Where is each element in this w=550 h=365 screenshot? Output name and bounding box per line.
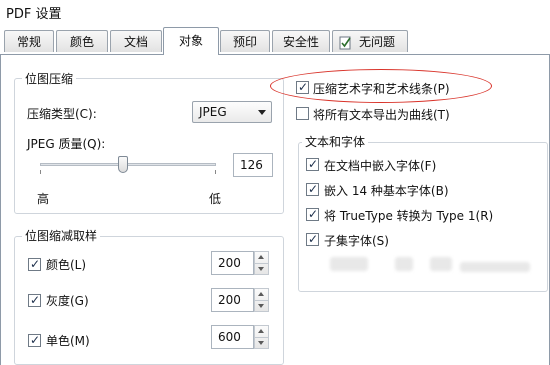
preflight-check-icon bbox=[339, 35, 352, 57]
quality-high-label: 高 bbox=[37, 192, 50, 206]
quality-low-label: 低 bbox=[209, 192, 222, 206]
compression-type-label: 压缩类型(C): bbox=[27, 107, 97, 121]
jpeg-quality-slider-thumb[interactable] bbox=[117, 156, 128, 173]
arrow-up-icon bbox=[258, 329, 264, 333]
compression-type-select[interactable]: JPEG bbox=[192, 101, 272, 123]
downsample-color-input[interactable]: 200 bbox=[211, 251, 254, 275]
embed-base14-label: 嵌入 14 种基本字体(B) bbox=[324, 184, 449, 198]
chevron-down-icon bbox=[258, 110, 266, 115]
check-icon: ✓ bbox=[308, 207, 319, 221]
downsample-mono-label: 单色(M) bbox=[46, 334, 90, 348]
tab-no-issues-label: 无问题 bbox=[358, 35, 395, 49]
convert-truetype-label: 将 TrueType 转换为 Type 1(R) bbox=[324, 209, 494, 223]
text-fonts-title: 文本和字体 bbox=[302, 133, 369, 150]
jpeg-quality-track[interactable] bbox=[40, 163, 216, 166]
downsample-color-checkbox[interactable]: ✓ bbox=[28, 257, 41, 271]
downsample-gray-spinner[interactable] bbox=[254, 288, 269, 312]
bitmap-compression-title: 位图压缩 bbox=[22, 70, 77, 87]
tab-security[interactable]: 安全性 bbox=[272, 30, 330, 52]
slider-tick bbox=[215, 170, 216, 174]
tab-no-issues[interactable]: 无问题 bbox=[332, 30, 408, 52]
arrow-up-icon bbox=[258, 292, 264, 296]
embed-fonts-label: 在文档中嵌入字体(F) bbox=[324, 159, 437, 173]
tab-document[interactable]: 文档 bbox=[110, 30, 162, 52]
downsample-mono-spinner[interactable] bbox=[254, 325, 269, 349]
check-icon: ✓ bbox=[30, 257, 41, 271]
check-icon: ✓ bbox=[308, 232, 319, 246]
obscured-region bbox=[430, 257, 452, 271]
tab-prepress[interactable]: 预印 bbox=[220, 30, 270, 52]
jpeg-quality-input[interactable]: 126 bbox=[233, 153, 273, 177]
export-curves-label: 将所有文本导出为曲线(T) bbox=[313, 108, 450, 122]
obscured-region bbox=[460, 262, 530, 272]
arrow-down-icon bbox=[258, 341, 264, 345]
downsample-mono-input[interactable]: 600 bbox=[211, 325, 254, 349]
tab-objects[interactable]: 对象 bbox=[163, 27, 219, 55]
tab-color[interactable]: 颜色 bbox=[56, 30, 108, 52]
arrow-up-icon bbox=[258, 255, 264, 259]
check-icon: ✓ bbox=[30, 293, 41, 307]
downsample-color-spinner[interactable] bbox=[254, 251, 269, 275]
check-icon: ✓ bbox=[30, 333, 41, 347]
tab-general[interactable]: 常规 bbox=[4, 30, 54, 52]
obscured-region bbox=[330, 257, 368, 271]
convert-truetype-checkbox[interactable]: ✓ bbox=[306, 207, 319, 221]
tab-bar: 常规 颜色 文档 对象 预印 安全性 无问题 bbox=[0, 27, 550, 55]
window-title: PDF 设置 bbox=[6, 7, 62, 22]
slider-tick bbox=[40, 170, 41, 174]
downsample-mono-checkbox[interactable]: ✓ bbox=[28, 333, 41, 347]
downsample-color-label: 颜色(L) bbox=[46, 258, 87, 272]
downsample-gray-input[interactable]: 200 bbox=[211, 288, 254, 312]
highlight-ellipse bbox=[270, 69, 492, 103]
obscured-region bbox=[395, 257, 413, 271]
compression-type-value: JPEG bbox=[199, 105, 227, 119]
check-icon: ✓ bbox=[308, 157, 319, 171]
embed-fonts-checkbox[interactable]: ✓ bbox=[306, 157, 319, 171]
jpeg-quality-label: JPEG 质量(Q): bbox=[27, 137, 106, 151]
arrow-down-icon bbox=[258, 304, 264, 308]
downsample-gray-label: 灰度(G) bbox=[46, 294, 89, 308]
subset-fonts-checkbox[interactable]: ✓ bbox=[306, 232, 319, 246]
arrow-down-icon bbox=[258, 267, 264, 271]
downsample-title: 位图缩减取样 bbox=[22, 227, 101, 244]
downsample-gray-checkbox[interactable]: ✓ bbox=[28, 293, 41, 307]
subset-fonts-label: 子集字体(S) bbox=[324, 234, 389, 248]
embed-base14-checkbox[interactable]: ✓ bbox=[306, 182, 319, 196]
check-icon: ✓ bbox=[308, 182, 319, 196]
export-curves-checkbox[interactable] bbox=[296, 107, 309, 120]
